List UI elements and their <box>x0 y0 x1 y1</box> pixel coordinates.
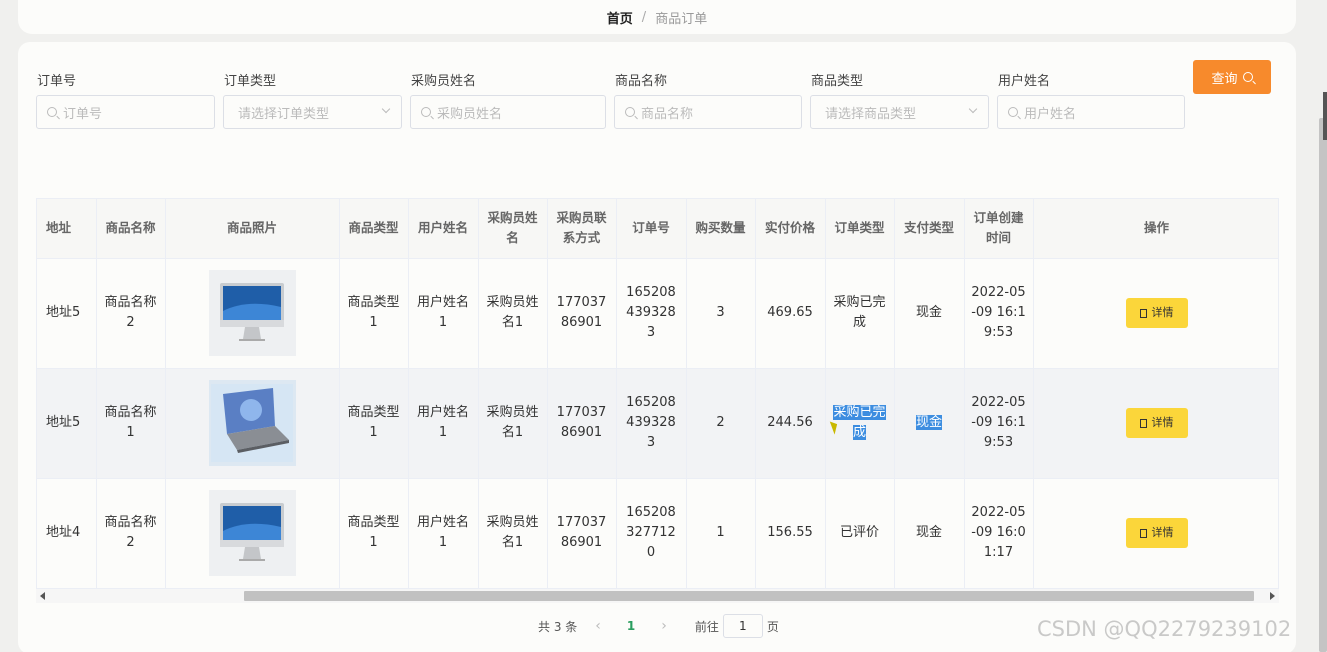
search-icon <box>421 107 431 117</box>
page-scrollbar[interactable] <box>1319 118 1327 652</box>
detail-button[interactable]: 详情 <box>1125 408 1188 438</box>
col-product-type: 商品类型 <box>339 199 409 259</box>
filter-label-user-name: 用户姓名 <box>998 74 1051 89</box>
table-horizontal-scrollbar[interactable] <box>36 589 1279 603</box>
pagination: 共 3 条 ‹ 1 › 前往 1 页 <box>538 614 779 638</box>
col-price: 实付价格 <box>755 199 826 259</box>
scroll-left-arrow-icon[interactable] <box>40 592 45 600</box>
breadcrumb-current: 商品订单 <box>655 11 708 27</box>
col-order-type: 订单类型 <box>825 199 895 259</box>
table-row: 地址5 商品名称2 商品类型1 用户姓名1 采购员姓名1 17703786901… <box>37 258 1278 369</box>
scrollbar-thumb[interactable] <box>244 591 1254 601</box>
col-product-photo: 商品照片 <box>165 199 340 259</box>
search-icon <box>625 107 635 117</box>
buyer-name-input[interactable]: 采购员姓名 <box>410 95 606 129</box>
col-user-name: 用户姓名 <box>408 199 479 259</box>
goto-page-input[interactable]: 1 <box>722 614 763 638</box>
scroll-right-arrow-icon[interactable] <box>1270 592 1275 600</box>
filter-label-buyer-name: 采购员姓名 <box>411 74 477 89</box>
col-order-no: 订单号 <box>616 199 687 259</box>
search-icon <box>1242 72 1253 82</box>
detail-button[interactable]: 详情 <box>1125 298 1188 328</box>
chevron-down-icon <box>968 104 978 114</box>
table-header: 地址 商品名称 商品照片 商品类型 用户姓名 采购员姓名 采购员联系方式 订单号… <box>37 199 1278 259</box>
filter-label-order-type: 订单类型 <box>224 74 277 89</box>
goto-suffix: 页 <box>766 619 779 634</box>
table-row: 地址4 商品名称2 商品类型1 用户姓名1 采购员姓名1 17703786901… <box>37 478 1278 588</box>
col-quantity: 购买数量 <box>686 199 756 259</box>
pagination-total: 共 3 条 <box>538 619 578 634</box>
page-number-current[interactable]: 1 <box>627 619 635 633</box>
prev-page-button[interactable]: ‹ <box>595 618 601 634</box>
search-icon <box>47 107 57 117</box>
imac-icon <box>208 270 296 356</box>
next-page-button[interactable]: › <box>661 618 667 634</box>
breadcrumb-home[interactable]: 首页 <box>607 8 633 27</box>
filter-label-product-name: 商品名称 <box>615 74 668 89</box>
orders-table: 地址 商品名称 商品照片 商品类型 用户姓名 采购员姓名 采购员联系方式 订单号… <box>36 198 1279 589</box>
col-address: 地址 <box>37 199 97 259</box>
imac-icon <box>208 490 296 576</box>
chevron-down-icon <box>381 104 391 114</box>
product-type-select[interactable]: 请选择商品类型 <box>810 95 989 129</box>
watermark: CSDN @QQ2279239102 <box>1037 617 1292 641</box>
breadcrumb: 首页 / 商品订单 <box>18 0 1296 34</box>
col-product-name: 商品名称 <box>96 199 166 259</box>
user-name-input[interactable]: 用户姓名 <box>997 95 1185 129</box>
filter-label-product-type: 商品类型 <box>811 74 864 89</box>
goto-prefix: 前往 <box>694 619 719 634</box>
search-icon <box>1008 107 1018 117</box>
laptop-icon <box>208 380 296 466</box>
col-created-time: 订单创建时间 <box>964 199 1034 259</box>
document-icon <box>1139 308 1147 318</box>
col-actions: 操作 <box>1033 199 1278 259</box>
order-type-select[interactable]: 请选择订单类型 <box>223 95 402 129</box>
col-pay-type: 支付类型 <box>894 199 965 259</box>
col-buyer-phone: 采购员联系方式 <box>547 199 617 259</box>
document-icon <box>1139 528 1147 538</box>
order-no-input[interactable]: 订单号 <box>36 95 215 129</box>
table-row: 地址5 商品名称1 商品类型1 用户姓名1 采购员姓名1 17703786901… <box>37 368 1278 479</box>
filter-label-order-no: 订单号 <box>37 74 77 89</box>
document-icon <box>1139 418 1147 428</box>
col-buyer-name: 采购员姓名 <box>478 199 548 259</box>
product-name-input[interactable]: 商品名称 <box>614 95 802 129</box>
breadcrumb-separator: / <box>641 9 647 25</box>
detail-button[interactable]: 详情 <box>1125 518 1188 548</box>
query-button[interactable]: 查询 <box>1193 60 1271 94</box>
